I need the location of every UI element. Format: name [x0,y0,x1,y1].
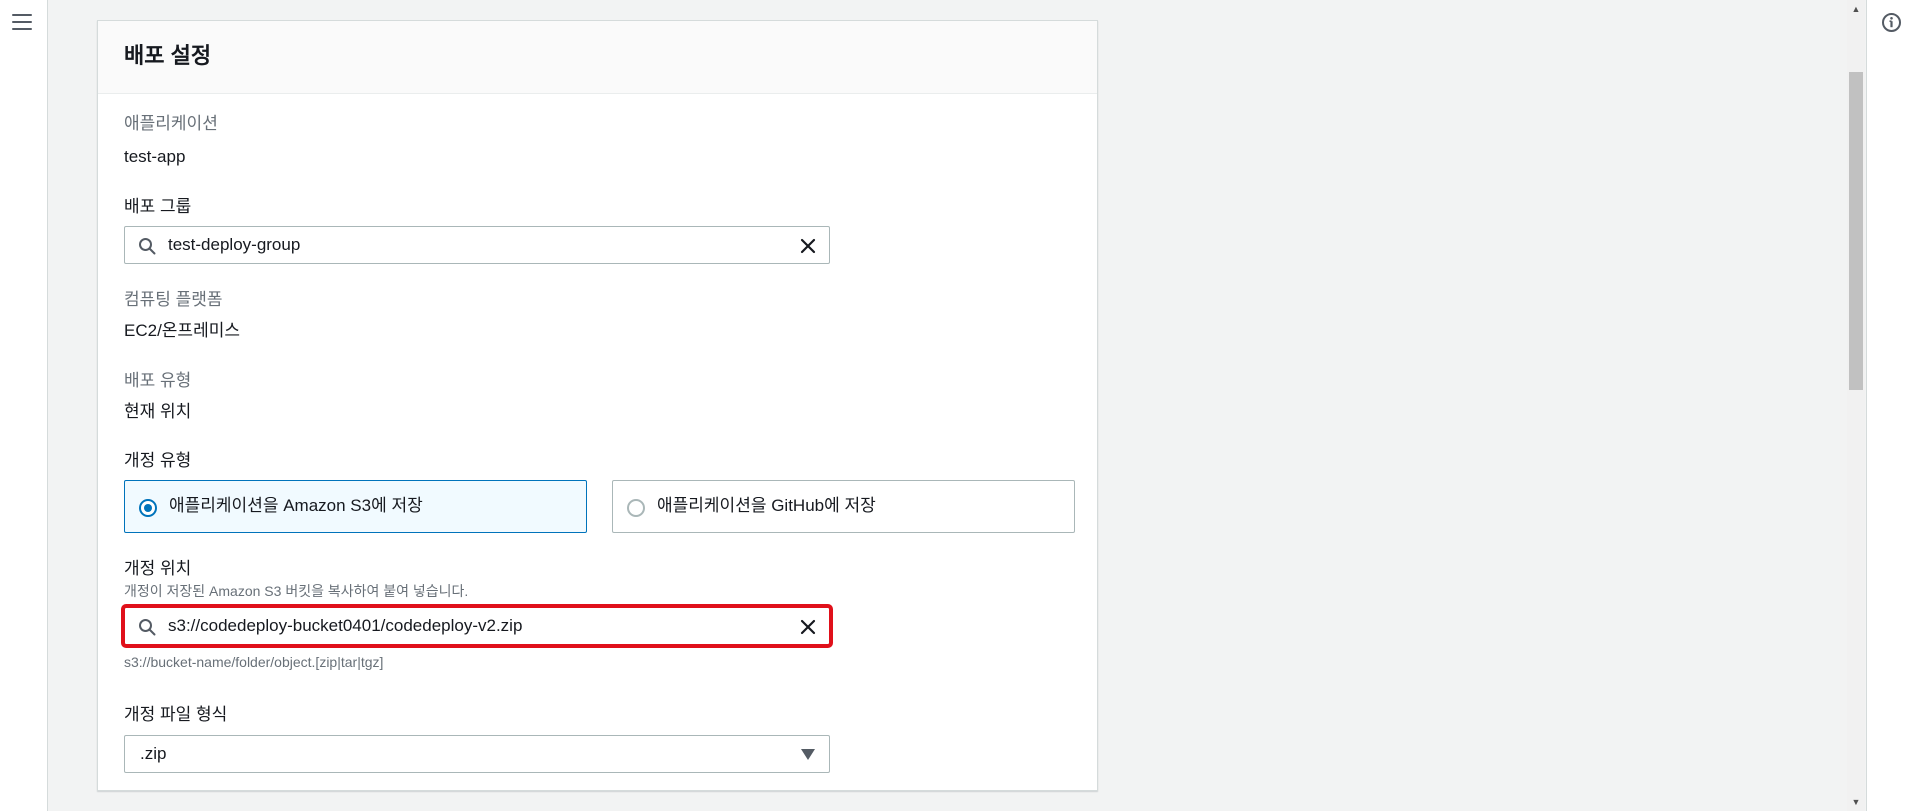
deployment-group-label: 배포 그룹 [124,197,192,216]
deployment-type-label: 배포 유형 [124,371,192,390]
revision-file-type-label: 개정 파일 형식 [124,705,228,724]
revision-type-option-s3-label: 애플리케이션을 Amazon S3에 저장 [169,496,423,515]
panel-title: 배포 설정 [124,43,212,68]
deployment-type-field: 배포 유형 현재 위치 [124,370,191,423]
radio-button-unchecked[interactable] [627,499,645,517]
close-icon[interactable] [799,237,817,255]
revision-location-constraint: s3://bucket-name/folder/object.[zip|tar|… [124,654,384,670]
revision-location-field: 개정 위치 개정이 저장된 Amazon S3 버킷을 복사하여 붙여 넣습니다… [121,558,833,671]
revision-type-field: 개정 유형 애플리케이션을 Amazon S3에 저장 애플리케이션을 GitH… [124,450,1075,533]
revision-type-option-github[interactable]: 애플리케이션을 GitHub에 저장 [612,480,1075,533]
deployment-group-field: 배포 그룹 test-deploy-group [124,196,830,264]
compute-platform-field: 컴퓨팅 플랫폼 EC2/온프레미스 [124,289,240,342]
compute-platform-label: 컴퓨팅 플랫폼 [124,290,223,309]
revision-file-type-field: 개정 파일 형식 .zip [124,704,830,773]
revision-location-label: 개정 위치 [124,559,192,578]
application-label: 애플리케이션 [124,114,218,133]
revision-file-type-selected: .zip [140,744,167,763]
radio-button-checked[interactable] [139,499,157,517]
close-icon[interactable] [799,618,817,636]
vertical-scrollbar[interactable]: ▲ ▼ [1847,0,1865,811]
panel-header: 배포 설정 [98,21,1097,94]
search-icon [139,619,156,636]
revision-type-options: 애플리케이션을 Amazon S3에 저장 애플리케이션을 GitHub에 저장 [124,480,1075,533]
deployment-settings-panel: 배포 설정 애플리케이션 test-app 배포 그룹 test-deploy-… [97,20,1098,791]
hamburger-menu-icon[interactable] [12,14,32,32]
right-tools-rail [1866,0,1914,811]
left-navigation-rail [0,0,48,811]
deployment-group-input[interactable]: test-deploy-group [124,226,830,264]
info-icon[interactable] [1881,12,1902,33]
scroll-down-arrow-icon[interactable]: ▼ [1847,793,1865,811]
revision-type-option-github-label: 애플리케이션을 GitHub에 저장 [657,496,876,515]
revision-location-value[interactable]: s3://codedeploy-bucket0401/codedeploy-v2… [168,608,522,644]
caret-down-icon [801,749,815,760]
application-value: test-app [124,147,186,166]
search-icon [139,238,156,255]
revision-location-input[interactable]: s3://codedeploy-bucket0401/codedeploy-v2… [121,604,833,648]
revision-file-type-select[interactable]: .zip [124,735,830,773]
application-field: 애플리케이션 test-app [124,113,218,168]
scrollbar-thumb[interactable] [1849,72,1863,390]
revision-location-description: 개정이 저장된 Amazon S3 버킷을 복사하여 붙여 넣습니다. [124,583,469,599]
compute-platform-value: EC2/온프레미스 [124,321,240,340]
deployment-group-value[interactable]: test-deploy-group [168,227,300,263]
scroll-up-arrow-icon[interactable]: ▲ [1847,0,1865,18]
revision-type-label: 개정 유형 [124,451,192,470]
revision-type-option-s3[interactable]: 애플리케이션을 Amazon S3에 저장 [124,480,587,533]
deployment-type-value: 현재 위치 [124,402,192,421]
app-root: 배포 설정 애플리케이션 test-app 배포 그룹 test-deploy-… [0,0,1914,811]
